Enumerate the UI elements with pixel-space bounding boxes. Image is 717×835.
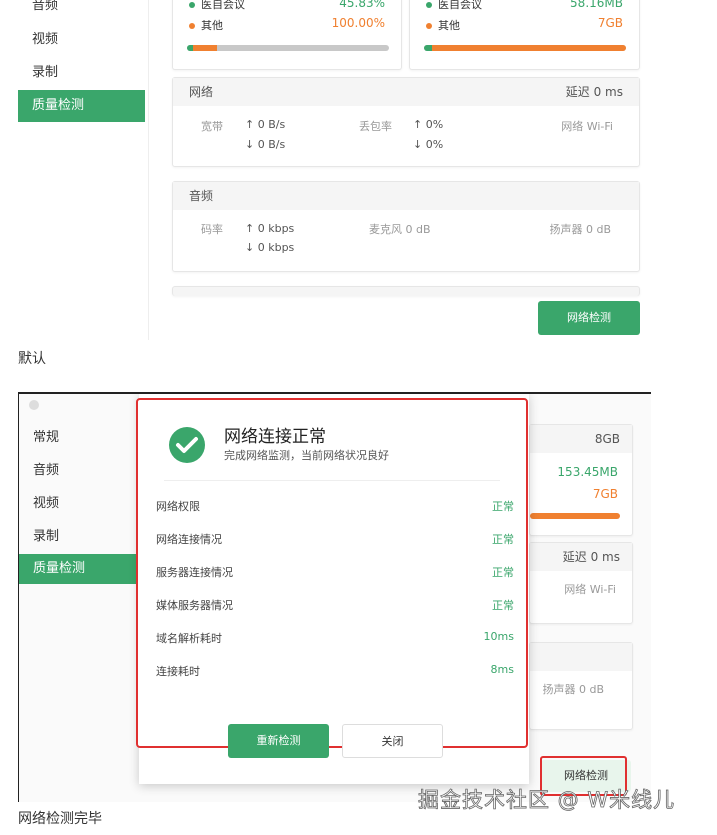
network-card: 网络 延迟 0 ms 宽带 ↑ 0 B/s ↓ 0 B/s 丢包率 ↑ 0% ↓ … [172, 77, 640, 167]
mic-level: 麦克风 0 dB [369, 223, 431, 236]
value: 0% [425, 138, 444, 151]
label: 其他 [201, 19, 223, 32]
cpu-row-app: 医自会议 [189, 0, 245, 12]
loss-down: ↓ 0% [413, 138, 444, 151]
caption-done: 网络检测完毕 [18, 811, 102, 827]
check-result-row: 域名解析耗时 10ms [156, 630, 514, 646]
check-result-row: 网络权限 正常 [156, 498, 514, 514]
dialog-subtitle: 完成网络监测，当前网络状况良好 [224, 449, 389, 462]
cpu-row-other: 其他 [189, 17, 223, 33]
audio-card: 音频 码率 ↑ 0 kbps ↓ 0 kbps 麦克风 0 dB 扬声器 0 d… [172, 181, 640, 272]
bitrate-up: ↑ 0 kbps [245, 222, 295, 235]
bandwidth-label: 宽带 [201, 120, 223, 133]
check-label: 媒体服务器情况 [156, 599, 233, 612]
speaker-level: 扬声器 0 dB [542, 683, 604, 696]
retry-button[interactable]: 重新检测 [228, 724, 329, 758]
success-check-icon [169, 427, 205, 463]
label: 其他 [438, 19, 460, 32]
label: 医自会议 [438, 0, 482, 11]
value: 0 B/s [257, 138, 286, 151]
sidebar-item-quality[interactable]: 质量检测 [19, 554, 139, 584]
check-label: 网络连接情况 [156, 533, 222, 546]
check-label: 连接耗时 [156, 665, 200, 678]
sidebar-item-recording[interactable]: 录制 [19, 521, 137, 553]
bitrate-down: ↓ 0 kbps [245, 241, 295, 254]
caption-default: 默认 [18, 351, 46, 367]
value: 0 B/s [257, 118, 286, 131]
value: 0 kbps [257, 222, 295, 235]
close-button[interactable]: 关闭 [342, 724, 443, 758]
check-result-row: 媒体服务器情况 正常 [156, 597, 514, 613]
sidebar-divider [148, 0, 149, 340]
check-label: 服务器连接情况 [156, 566, 233, 579]
divider [164, 480, 500, 481]
network-check-button[interactable]: 网络检测 [538, 301, 640, 335]
audio-title: 音频 [189, 189, 214, 203]
check-value: 正常 [492, 599, 514, 612]
value: 0 kbps [257, 241, 295, 254]
value: 0% [425, 118, 444, 131]
loss-up: ↑ 0% [413, 118, 444, 131]
bg-app-value: 153.45MB [557, 465, 618, 479]
network-type: 网络 Wi-Fi [564, 583, 616, 596]
next-card-partial [172, 286, 640, 296]
mem-row-other: 其他 [426, 17, 460, 33]
latency: 延迟 0 ms [562, 550, 620, 564]
bg-net-header: 延迟 0 ms [530, 543, 632, 571]
sidebar-item-video[interactable]: 视频 [19, 488, 137, 520]
network-title: 网络 [189, 85, 214, 99]
bg-audio-header [530, 643, 632, 671]
watermark: 掘金技术社区 @ W米线儿 [418, 788, 676, 813]
audio-header: 音频 [173, 182, 639, 210]
check-label: 域名解析耗时 [156, 632, 222, 645]
mem-row-app: 医自会议 [426, 0, 482, 12]
network-header: 网络 延迟 0 ms [173, 78, 639, 106]
check-value: 10ms [483, 630, 514, 643]
label: 医自会议 [201, 0, 245, 11]
total: 8GB [594, 432, 620, 446]
window-dot [29, 400, 39, 410]
check-result-row: 连接耗时 8ms [156, 663, 514, 679]
loss-label: 丢包率 [359, 120, 392, 133]
sidebar-item-audio[interactable]: 音频 [19, 455, 137, 487]
speaker-level: 扬声器 0 dB [549, 223, 611, 236]
check-result-row: 服务器连接情况 正常 [156, 564, 514, 580]
bg-bar [530, 513, 620, 519]
sidebar-item-video[interactable]: 视频 [18, 24, 145, 56]
memory-usage-bar [424, 45, 626, 51]
sidebar-item-quality[interactable]: 质量检测 [18, 90, 145, 122]
bg-header: 8GB [530, 425, 632, 453]
bandwidth-down: ↓ 0 B/s [245, 138, 286, 151]
check-label: 网络权限 [156, 500, 200, 513]
bitrate-label: 码率 [201, 223, 223, 236]
bandwidth-up: ↑ 0 B/s [245, 118, 286, 131]
network-type: 网络 Wi-Fi [561, 120, 613, 133]
bg-memory-card: 8GB 153.45MB 7GB [529, 424, 633, 536]
check-value: 正常 [492, 500, 514, 513]
cpu-card: 医自会议 45.83% 其他 100.00% [172, 0, 402, 70]
bg-network-card: 延迟 0 ms 网络 Wi-Fi [529, 542, 633, 624]
bg-audio-card: 扬声器 0 dB [529, 642, 633, 730]
check-value: 正常 [492, 533, 514, 546]
check-value: 正常 [492, 566, 514, 579]
memory-card: 医自会议 58.16MB 其他 7GB [409, 0, 640, 70]
cpu-app-value: 45.83% [339, 0, 385, 10]
check-value: 8ms [490, 663, 514, 676]
mem-other-value: 7GB [597, 16, 623, 30]
cpu-other-value: 100.00% [331, 16, 385, 30]
sidebar-item-recording[interactable]: 录制 [18, 57, 145, 89]
latency: 延迟 0 ms [565, 85, 623, 99]
check-result-row: 网络连接情况 正常 [156, 531, 514, 547]
sidebar-item-general[interactable]: 常规 [19, 422, 137, 454]
mem-app-value: 58.16MB [570, 0, 623, 10]
bg-other-value: 7GB [592, 487, 618, 501]
sidebar-item-audio[interactable]: 音频 [18, 0, 145, 22]
cpu-usage-bar [187, 45, 389, 51]
dialog-title: 网络连接正常 [224, 427, 326, 447]
